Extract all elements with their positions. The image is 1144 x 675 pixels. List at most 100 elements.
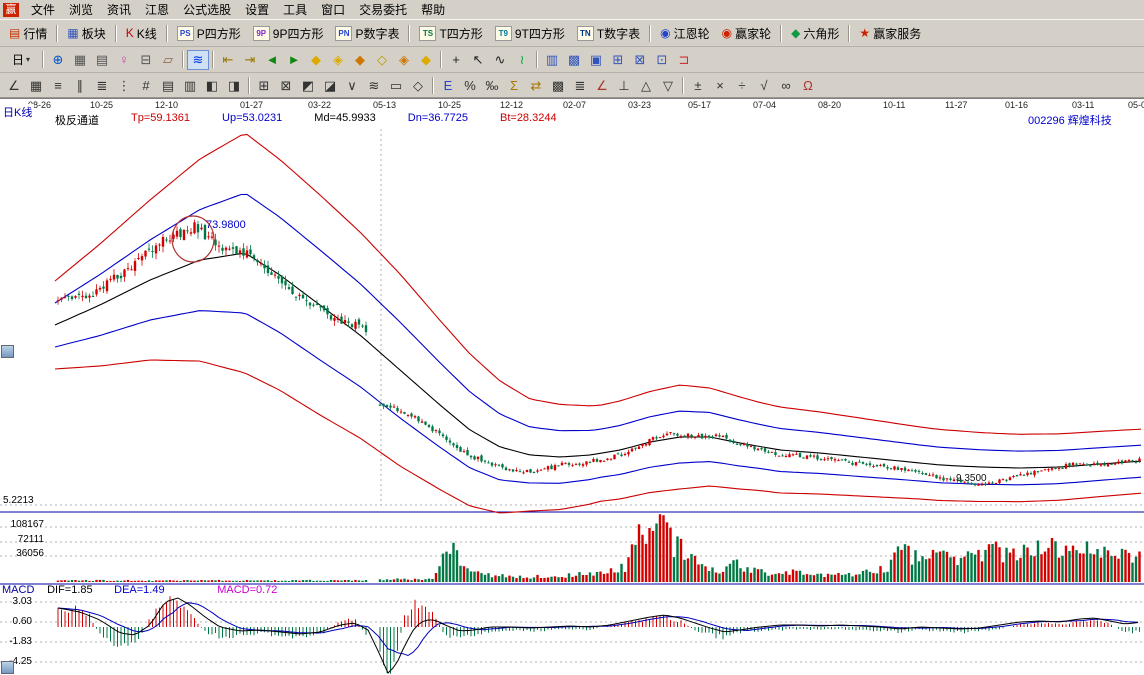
menu-settings[interactable]: 设置	[238, 0, 276, 20]
toolbar-overlay-icon[interactable]: ▤	[91, 50, 113, 70]
toolbar-quadrant-left-icon[interactable]: ◧	[201, 75, 223, 95]
toolbar-winner-wheel-button[interactable]: ◉赢家轮	[716, 22, 778, 44]
toolbar-t-number-table-button[interactable]: TNT数字表	[571, 22, 646, 44]
toolbar-wave-tool-icon[interactable]: ∿	[489, 50, 511, 70]
menu-help[interactable]: 帮助	[414, 0, 452, 20]
toolbar-separator	[115, 25, 117, 42]
main-toolbar: ▤行情 ▦板块 KK线 PSP四方形9P9P四方形PNP数字表 TST四方形T99T四方…	[0, 19, 1144, 47]
toolbar-gender-tool-icon[interactable]: ♀	[113, 50, 135, 70]
toolbar-panel-view-icon[interactable]: ▣	[585, 50, 607, 70]
toolbar-9t-square-button[interactable]: T99T四方形	[489, 22, 571, 44]
hexagon-icon: ◆	[791, 27, 800, 39]
toolbar-9p-square-button[interactable]: 9P9P四方形	[247, 22, 330, 44]
toolbar-gann-diamond-6-icon[interactable]: ◆	[415, 50, 437, 70]
toolbar-wave-lines-icon[interactable]: ≋	[363, 75, 385, 95]
toolbar-dotted-lines-icon[interactable]: ⋮	[113, 75, 135, 95]
toolbar-triangle-down-icon[interactable]: ▽	[657, 75, 679, 95]
pane-gadget-icon[interactable]	[1, 345, 14, 358]
toolbar-gann-diamond-1-icon[interactable]: ◆	[305, 50, 327, 70]
toolbar-goto-last-icon[interactable]: ⇥	[239, 50, 261, 70]
toolbar-p-number-table-button[interactable]: PNP数字表	[329, 22, 405, 44]
toolbar-pointer-icon[interactable]: ↖	[467, 50, 489, 70]
toolbar-box-tool-icon[interactable]: ⊞	[253, 75, 275, 95]
toolbar-corner-box-1-icon[interactable]: ◩	[297, 75, 319, 95]
toolbar-sectors-button[interactable]: ▦板块	[61, 22, 111, 44]
toolbar-list-tool-icon[interactable]: ≣	[569, 75, 591, 95]
toolbar-quadrant-right-icon[interactable]: ◨	[223, 75, 245, 95]
toolbar-shade-tool-icon[interactable]: ▩	[547, 75, 569, 95]
toolbar-save-icon[interactable]: ⊞	[607, 50, 629, 70]
toolbar-print-icon[interactable]: ⊠	[629, 50, 651, 70]
toolbar-plus-minus-icon[interactable]: ±	[687, 75, 709, 95]
chart-area[interactable]: 08-2610-2512-1001-2703-2205-1310-2512-12…	[0, 98, 1144, 675]
toolbar-quotes-button[interactable]: ▤行情	[3, 22, 53, 44]
toolbar-period-day-dropdown[interactable]: 日▾	[3, 50, 39, 70]
toolbar-band-tool-icon[interactable]: ▤	[157, 75, 179, 95]
toolbar-gann-diamond-3-icon[interactable]: ◆	[349, 50, 371, 70]
toolbar-triangle-up-icon[interactable]: △	[635, 75, 657, 95]
toolbar-gann-diamond-5-icon[interactable]: ◈	[393, 50, 415, 70]
indicator-bt-value: Bt=28.3244	[500, 112, 557, 128]
toolbar-kline-button[interactable]: KK线	[120, 22, 163, 44]
toolbar-multiply-icon[interactable]: ×	[709, 75, 731, 95]
toolbar-coordinates-icon[interactable]: ▦	[69, 50, 91, 70]
toolbar-vertical-lines-icon[interactable]: ∥	[69, 75, 91, 95]
toolbar-layers-icon[interactable]: ⊟	[135, 50, 157, 70]
toolbar-divide-icon[interactable]: ÷	[731, 75, 753, 95]
toolbar-export-icon[interactable]: ⊡	[651, 50, 673, 70]
toolbar-sum-tool-icon[interactable]: Σ	[503, 75, 525, 95]
toolbar-goto-first-icon[interactable]: ⇤	[217, 50, 239, 70]
toolbar-check-tool-icon[interactable]: ∨	[341, 75, 363, 95]
toolbar-diamond-outline-icon[interactable]: ◇	[407, 75, 429, 95]
toolbar-winner-service-button[interactable]: ★赢家服务	[853, 22, 927, 44]
toolbar-gold-section-icon[interactable]: ⇄	[525, 75, 547, 95]
toolbar-gann-angle-icon[interactable]: ∠	[591, 75, 613, 95]
toolbar-hash-grid-icon[interactable]: #	[135, 75, 157, 95]
toolbar-gann-wheel-button[interactable]: ◉江恩轮	[654, 22, 716, 44]
toolbar-separator	[780, 25, 782, 42]
toolbar-corner-box-2-icon[interactable]: ◪	[319, 75, 341, 95]
toolbar-page-next-icon[interactable]: ►	[283, 50, 305, 70]
toolbar-quote-board-icon[interactable]: ▥	[541, 50, 563, 70]
menu-tools[interactable]: 工具	[276, 0, 314, 20]
pane-gadget-icon[interactable]	[1, 661, 14, 674]
toolbar-p-square-button[interactable]: PSP四方形	[171, 22, 247, 44]
toolbar-web-icon[interactable]: ⊕	[47, 50, 69, 70]
toolbar-percent-icon[interactable]: %	[459, 75, 481, 95]
toolbar-perpendicular-icon[interactable]: ⊥	[613, 75, 635, 95]
toolbar-vehicle-icon[interactable]: ⊐	[673, 50, 695, 70]
toolbar-permille-icon[interactable]: ‰	[481, 75, 503, 95]
toolbar-horizontal-lines-icon[interactable]: ≡	[47, 75, 69, 95]
date-label: 08-20	[818, 100, 841, 110]
toolbar-angle-line-icon[interactable]: ∠	[3, 75, 25, 95]
toolbar-separator	[649, 25, 651, 42]
menu-news[interactable]: 资讯	[100, 0, 138, 20]
toolbar-page-prev-icon[interactable]: ◄	[261, 50, 283, 70]
menu-window[interactable]: 窗口	[314, 0, 352, 20]
toolbar-gann-diamond-4-icon[interactable]: ◇	[371, 50, 393, 70]
toolbar-gann-diamond-2-icon[interactable]: ◈	[327, 50, 349, 70]
toolbar-infinity-icon[interactable]: ∞	[775, 75, 797, 95]
p-number-table-icon: PN	[335, 26, 352, 41]
toolbar-crosshair-icon[interactable]: +	[445, 50, 467, 70]
toolbar-grid-lines-icon[interactable]: ▦	[25, 75, 47, 95]
menu-formula-picker[interactable]: 公式选股	[176, 0, 238, 20]
menu-gann[interactable]: 江恩	[138, 0, 176, 20]
toolbar-root-icon[interactable]: √	[753, 75, 775, 95]
toolbar-hexagon-button[interactable]: ◆六角形	[785, 22, 845, 44]
toolbar-draw-line-icon[interactable]: ≀	[511, 50, 533, 70]
date-label: 03-11	[1072, 100, 1094, 110]
menu-file[interactable]: 文件	[24, 0, 62, 20]
toolbar-column-tool-icon[interactable]: ▥	[179, 75, 201, 95]
toolbar-ratio-e-icon[interactable]: E	[437, 75, 459, 95]
toolbar-rect-tool-icon[interactable]: ▭	[385, 75, 407, 95]
menu-browse[interactable]: 浏览	[62, 0, 100, 20]
toolbar-cross-box-icon[interactable]: ⊠	[275, 75, 297, 95]
toolbar-grid-view-icon[interactable]: ▩	[563, 50, 585, 70]
toolbar-t-square-button[interactable]: TST四方形	[413, 22, 488, 44]
toolbar-omega-icon[interactable]: Ω	[797, 75, 819, 95]
toolbar-triple-lines-icon[interactable]: ≣	[91, 75, 113, 95]
toolbar-paint-mode-icon[interactable]: ≋	[187, 50, 209, 70]
toolbar-eraser-icon[interactable]: ▱	[157, 50, 179, 70]
menu-trade-order[interactable]: 交易委托	[352, 0, 414, 20]
